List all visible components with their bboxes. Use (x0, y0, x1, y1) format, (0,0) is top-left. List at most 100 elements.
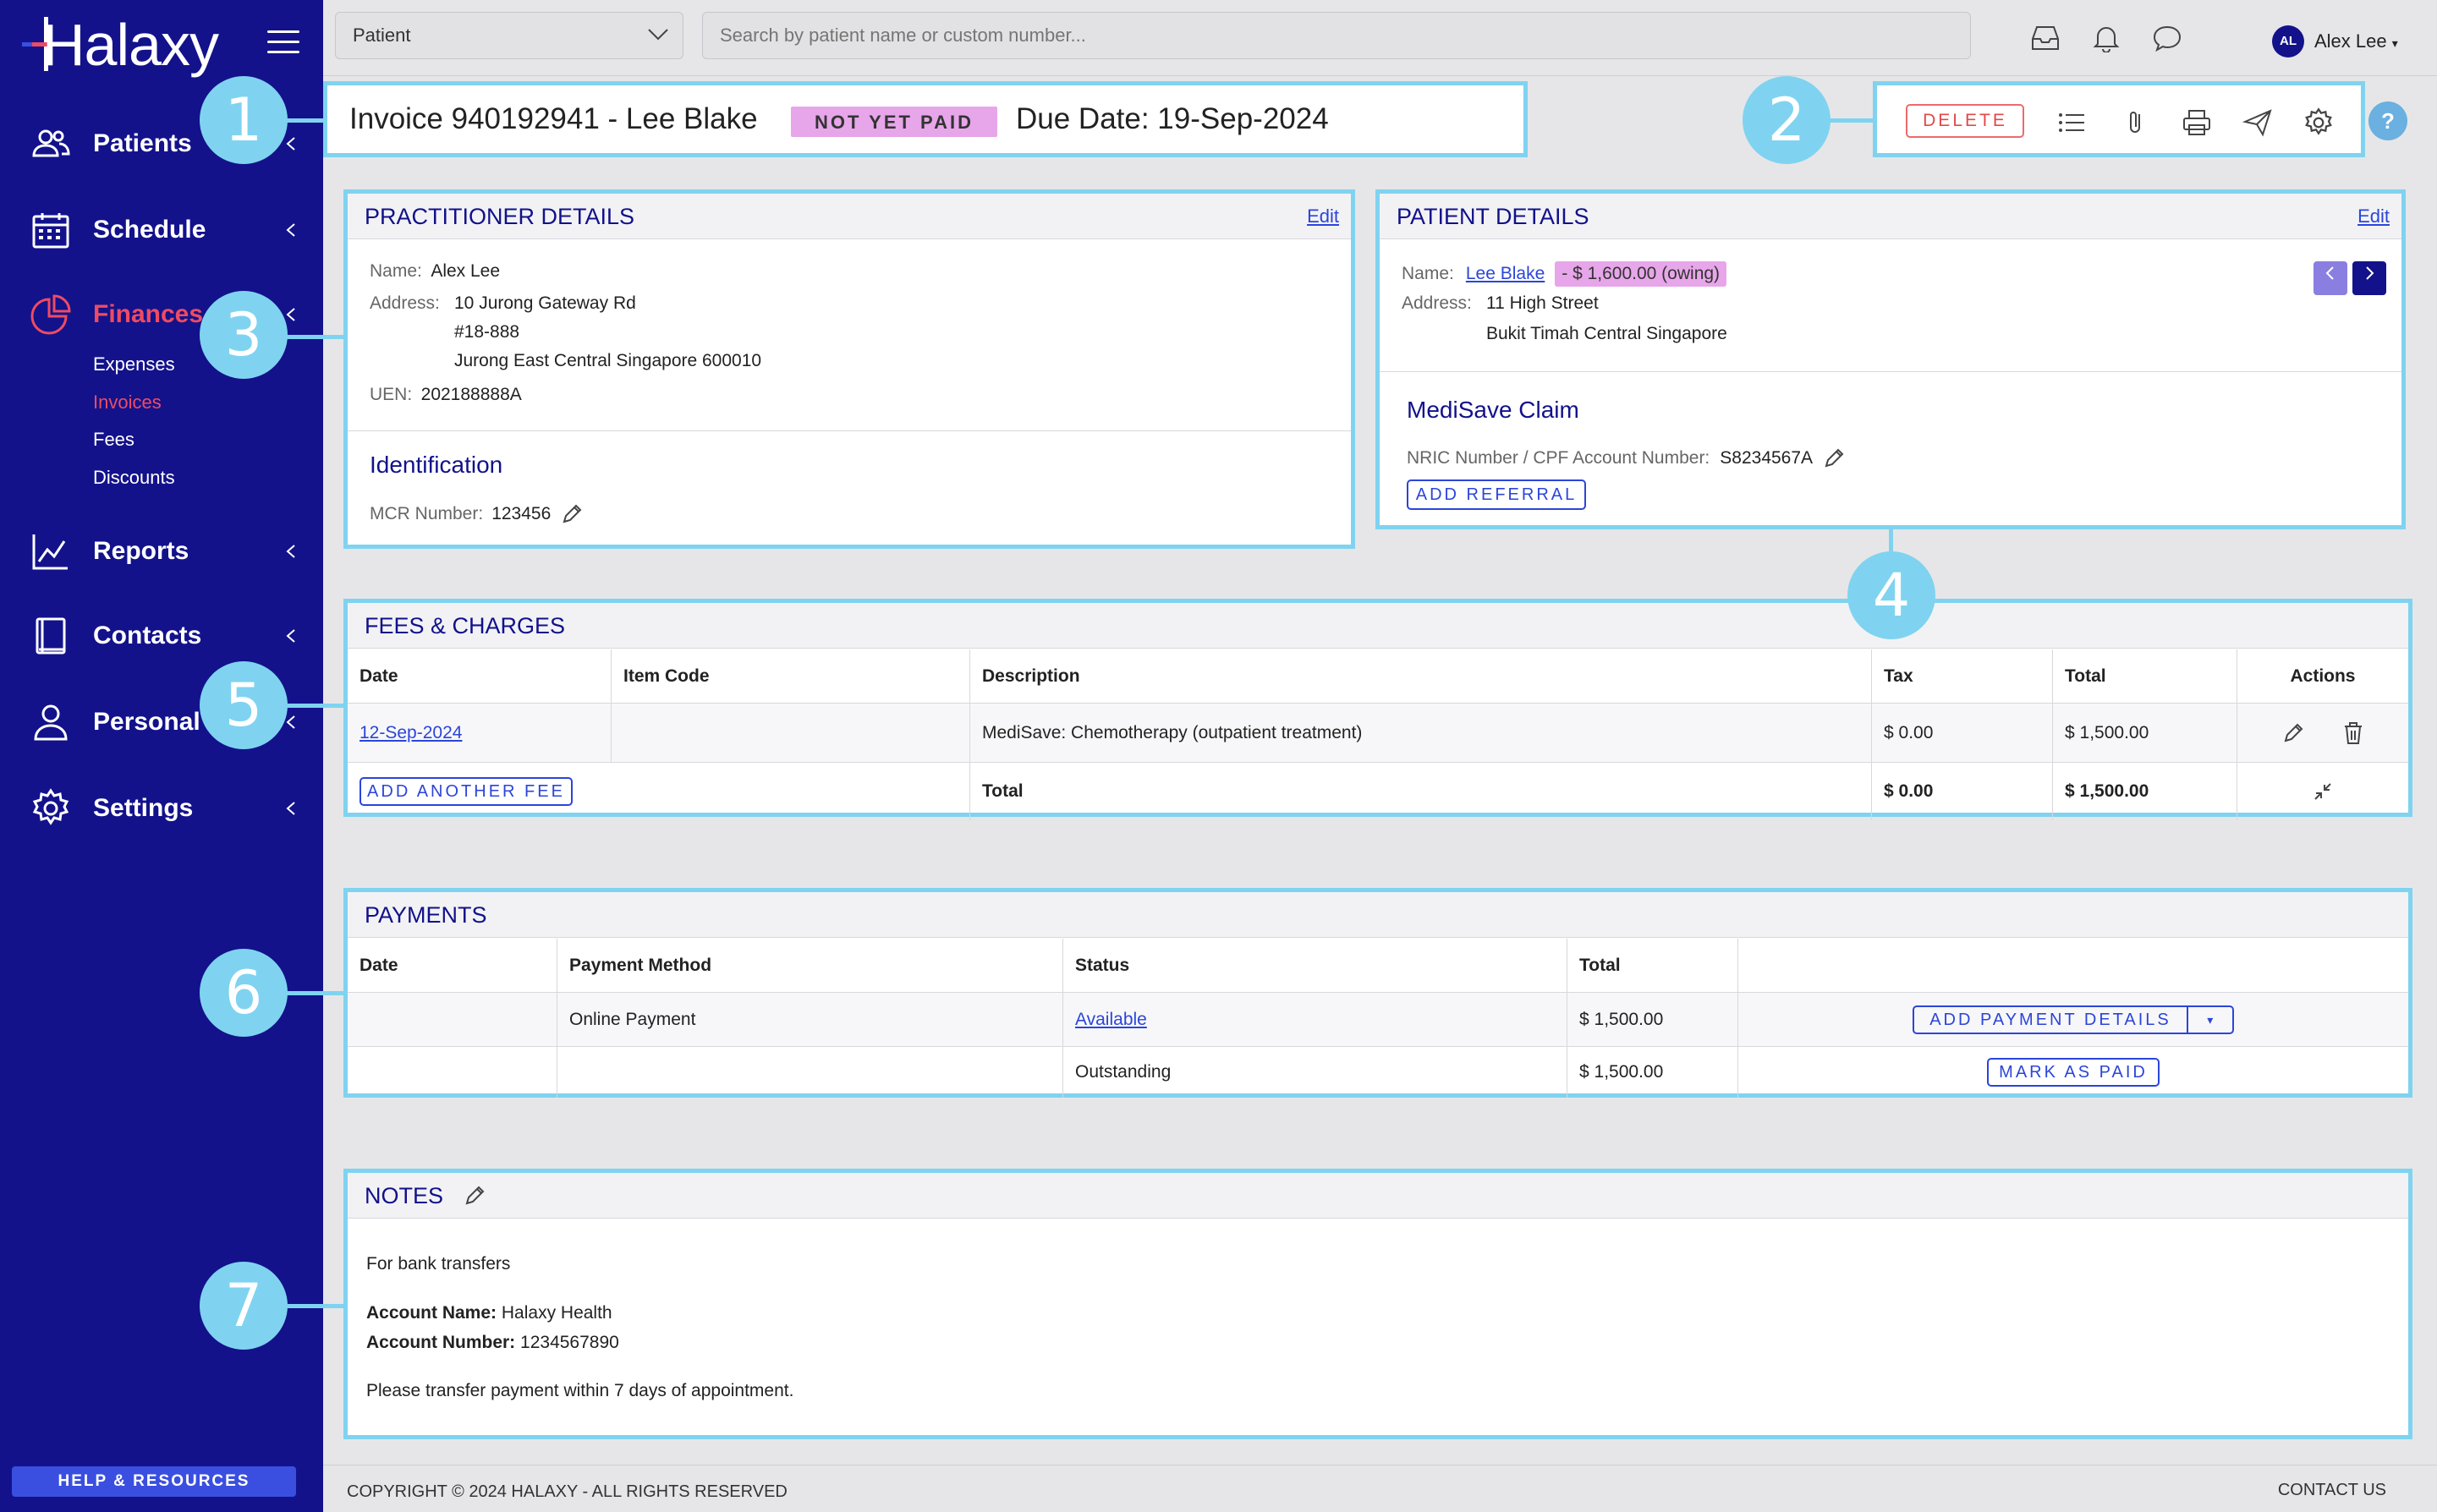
help-icon[interactable]: ? (2368, 101, 2407, 140)
invoice-toolbar: DELETE (1873, 81, 2365, 157)
note-line: For bank transfers (366, 1254, 511, 1274)
practitioner-name: Alex Lee (431, 261, 501, 281)
chat-icon[interactable] (2152, 24, 2182, 52)
owing-badge: - $ 1,600.00 (owing) (1555, 261, 1727, 287)
payment-date-cell (348, 993, 557, 1046)
subnav-expenses[interactable]: Expenses (93, 353, 175, 375)
card-title: FEES & CHARGES (365, 613, 566, 638)
total-tax: $ 0.00 (1872, 763, 2053, 820)
total-amount: $ 1,500.00 (2053, 763, 2237, 820)
trash-icon[interactable] (2343, 721, 2363, 745)
address-line: #18-888 (454, 322, 520, 342)
chevron-left-icon (286, 715, 295, 729)
chevron-right-icon (2366, 266, 2374, 280)
nav-schedule[interactable]: Schedule (0, 196, 323, 264)
patient-details-card: PATIENT DETAILS Edit Name: Lee Blake - $… (1375, 189, 2406, 529)
identification-heading: Identification (370, 452, 503, 478)
patient-type-select[interactable]: Patient (335, 12, 683, 59)
pencil-icon[interactable] (1823, 447, 1845, 469)
page-title: Invoice 940192941 - Lee Blake (349, 102, 758, 135)
delete-button[interactable]: DELETE (1906, 104, 2024, 138)
caret-down-icon[interactable]: ▾ (2188, 1007, 2232, 1033)
address-book-icon (36, 617, 66, 655)
table-header-row: Date Item Code Description Tax Total Act… (348, 649, 2408, 704)
medisave-claim-heading: MediSave Claim (1407, 397, 1579, 423)
callout-connector (284, 335, 345, 339)
column-header: Total (1567, 939, 1738, 992)
next-patient-button[interactable] (2352, 261, 2386, 295)
add-payment-details-button[interactable]: ADD PAYMENT DETAILS (1914, 1006, 2188, 1033)
avatar[interactable]: AL (2272, 25, 2304, 58)
callout-connector (284, 118, 327, 123)
callout-6: 6 (200, 949, 288, 1037)
calendar-icon (32, 213, 69, 249)
nav-reports[interactable]: Reports (0, 518, 323, 585)
nav-contacts[interactable]: Contacts (0, 602, 323, 670)
chevron-left-icon (2325, 266, 2334, 280)
mcr-value: 123456 (491, 504, 552, 523)
paperclip-icon[interactable] (2121, 107, 2151, 138)
edit-practitioner-link[interactable]: Edit (1307, 194, 1339, 239)
callout-connector (284, 704, 345, 708)
contact-us-link[interactable]: CONTACT US (2278, 1481, 2386, 1500)
column-header: Date (348, 939, 557, 992)
callout-1: 1 (200, 76, 288, 164)
add-payment-details-split-button: ADD PAYMENT DETAILS ▾ (1913, 1005, 2234, 1034)
halaxy-logo[interactable]: Halaxy (22, 12, 233, 76)
send-icon[interactable] (2242, 107, 2273, 138)
add-another-fee-button[interactable]: ADD ANOTHER FEE (360, 777, 573, 806)
previous-patient-button[interactable] (2314, 261, 2347, 295)
patient-name-link[interactable]: Lee Blake (1466, 264, 1545, 284)
nav-label: Personal (93, 708, 200, 736)
fee-date-link[interactable]: 12-Sep-2024 (360, 723, 462, 743)
search-input[interactable] (702, 12, 1971, 59)
address-line: 10 Jurong Gateway Rd (454, 293, 636, 313)
column-header: Payment Method (557, 939, 1063, 992)
table-header-row: Date Payment Method Status Total (348, 939, 2408, 993)
column-header: Actions (2290, 666, 2356, 686)
subnav-fees[interactable]: Fees (93, 429, 134, 451)
callout-4: 4 (1847, 551, 1935, 639)
note-value: Halaxy Health (501, 1303, 612, 1323)
column-header: Status (1063, 939, 1567, 992)
mark-as-paid-button[interactable]: MARK AS PAID (1987, 1058, 2160, 1087)
card-header: PAYMENTS (348, 892, 2408, 938)
hamburger-menu-icon[interactable] (267, 30, 299, 54)
card-header: NOTES (348, 1173, 2408, 1219)
collapse-icon[interactable] (2312, 781, 2334, 803)
help-resources-button[interactable]: HELP & RESOURCES (12, 1466, 296, 1497)
field-label: Name: (370, 261, 422, 281)
pencil-icon[interactable] (561, 503, 583, 525)
payment-method-cell (557, 1047, 1063, 1098)
edit-patient-link[interactable]: Edit (2357, 194, 2390, 239)
callout-connector (284, 991, 345, 995)
nav-label: Patients (93, 129, 192, 157)
nav-label: Settings (93, 794, 194, 822)
chevron-left-icon (286, 137, 295, 151)
user-menu[interactable]: Alex Lee ▾ (2314, 30, 2398, 52)
collapse-cell (2237, 763, 2408, 820)
chevron-left-icon (286, 802, 295, 815)
caret-down-icon: ▾ (2391, 36, 2398, 50)
pie-chart-icon (30, 294, 71, 335)
inbox-icon[interactable] (2030, 24, 2061, 52)
status-available-link[interactable]: Available (1075, 1010, 1147, 1030)
pencil-icon[interactable] (464, 1185, 486, 1207)
logo-text: Halaxy (42, 12, 219, 78)
practitioner-details-card: PRACTITIONER DETAILS Edit Name: Alex Lee… (343, 189, 1355, 549)
subnav-invoices[interactable]: Invoices (93, 392, 162, 414)
bell-icon[interactable] (2091, 24, 2121, 52)
pencil-icon[interactable] (2282, 722, 2304, 744)
payment-action-cell: ADD PAYMENT DETAILS ▾ (1738, 993, 2408, 1046)
subnav-discounts[interactable]: Discounts (93, 467, 175, 489)
printer-icon[interactable] (2182, 107, 2212, 138)
list-icon[interactable] (2056, 107, 2087, 138)
add-referral-button[interactable]: ADD REFERRAL (1407, 479, 1586, 510)
nav-settings[interactable]: Settings (0, 775, 323, 842)
card-header: PRACTITIONER DETAILS Edit (348, 194, 1351, 239)
user-name: Alex Lee (2314, 30, 2387, 52)
total-cell: $ 1,500.00 (2053, 704, 2237, 762)
column-header: Tax (1872, 649, 2053, 703)
gear-icon[interactable] (2303, 107, 2334, 138)
invoice-header: Invoice 940192941 - Lee Blake NOT YET PA… (323, 81, 1528, 157)
